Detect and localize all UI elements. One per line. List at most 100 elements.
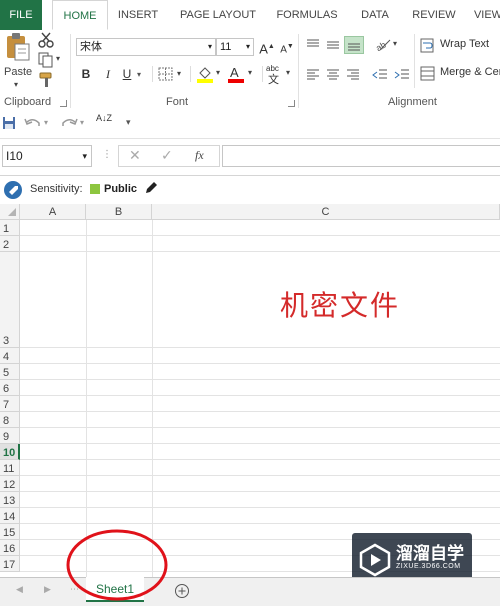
tab-review[interactable]: REVIEW [406, 0, 462, 30]
row-header-11[interactable]: 11 [0, 460, 20, 476]
underline-button[interactable]: U [120, 64, 134, 84]
row-header-15[interactable]: 15 [0, 524, 20, 540]
gridline [20, 475, 500, 476]
chevron-down-icon[interactable]: ▾ [137, 70, 141, 79]
tag-icon [4, 181, 22, 199]
row-header-4[interactable]: 4 [0, 348, 20, 364]
merge-center-button[interactable]: Merge & Cen [420, 64, 500, 84]
row-header-5[interactable]: 5 [0, 364, 20, 380]
quick-access-toolbar: ▾ ▾ A↓Z ▾ [0, 112, 500, 139]
row-header-2[interactable]: 2 [0, 236, 20, 252]
edit-sensitivity-button[interactable] [144, 181, 158, 195]
shrink-font-button[interactable]: A▼ [278, 37, 296, 57]
customize-qat-icon[interactable]: ▾ [126, 117, 131, 128]
italic-button[interactable]: I [100, 64, 116, 84]
borders-button[interactable]: ▾ [158, 67, 184, 83]
row-header-8[interactable]: 8 [0, 412, 20, 428]
gridline [20, 411, 500, 412]
row-header-13[interactable]: 13 [0, 492, 20, 508]
copy-icon [38, 52, 53, 68]
row-header-12[interactable]: 12 [0, 476, 20, 492]
font-name-select[interactable]: 宋体 ▾ [76, 38, 216, 56]
row-header-17[interactable]: 17 [0, 556, 20, 572]
group-divider [298, 34, 299, 108]
tab-insert[interactable]: INSERT [112, 0, 164, 30]
row-header-7[interactable]: 7 [0, 396, 20, 412]
row-header-14[interactable]: 14 [0, 508, 20, 524]
phonetic-button[interactable]: abc 文 ▾ [266, 64, 294, 86]
orientation-button[interactable]: ab ▾ [374, 36, 402, 54]
align-middle-button[interactable] [326, 38, 340, 52]
row-header-16[interactable]: 16 [0, 540, 20, 556]
insert-function-icon[interactable]: fx [195, 148, 204, 163]
watermark-url: ZIXUE.3D66.COM [396, 563, 461, 570]
row-header-10[interactable]: 10 [0, 444, 20, 460]
clipboard-launcher-icon[interactable] [60, 100, 67, 107]
select-all-corner[interactable] [0, 204, 20, 220]
copy-button[interactable]: ▾ [38, 52, 64, 70]
formula-input[interactable] [222, 145, 500, 167]
enter-icon[interactable]: ✓ [161, 147, 173, 164]
new-sheet-button[interactable] [174, 583, 190, 599]
row-header-6[interactable]: 6 [0, 380, 20, 396]
decrease-indent-button[interactable] [372, 68, 388, 82]
sort-button[interactable]: A↓Z [96, 114, 118, 134]
paste-button[interactable]: Paste ▾ [4, 32, 34, 94]
bold-button[interactable]: B [78, 64, 94, 84]
chevron-down-icon: ▾ [44, 118, 49, 127]
align-center-button[interactable] [326, 68, 340, 82]
tab-data[interactable]: DATA [354, 0, 396, 30]
align-left-icon [307, 69, 319, 80]
redo-button[interactable]: ▾ [60, 115, 88, 133]
align-right-button[interactable] [346, 68, 360, 82]
formula-buttons: ✕ ✓ fx [118, 145, 220, 167]
scroll-left-icon[interactable]: ◀ [16, 584, 23, 595]
watermark-logo: 溜溜自学 ZIXUE.3D66.COM [352, 533, 472, 577]
row-header-9[interactable]: 9 [0, 428, 20, 444]
column-header-a[interactable]: A [20, 204, 86, 220]
column-header-b[interactable]: B [86, 204, 152, 220]
text-orientation-icon: ab [374, 40, 391, 53]
plus-circle-icon [175, 584, 189, 598]
format-painter-button[interactable] [38, 72, 56, 90]
cancel-icon[interactable]: ✕ [129, 147, 141, 164]
merge-center-label: Merge & Cen [440, 66, 500, 78]
gridline [20, 459, 500, 460]
align-left-button[interactable] [306, 68, 320, 82]
tab-home[interactable]: HOME [52, 0, 108, 30]
gridline [20, 363, 500, 364]
row-header-3[interactable]: 3 [0, 252, 20, 348]
merge-center-icon [420, 66, 435, 81]
wrap-text-button[interactable]: Wrap Text [420, 36, 500, 56]
font-color-button[interactable]: A ▾ [228, 65, 256, 83]
svg-text:ab: ab [374, 40, 388, 52]
worksheet-grid[interactable]: A B C 1 2 3 4 5 6 7 8 9 10 11 12 13 14 1… [0, 204, 500, 577]
increase-indent-button[interactable] [394, 68, 410, 82]
row-header-1[interactable]: 1 [0, 220, 20, 236]
align-bottom-button[interactable] [344, 36, 364, 54]
redo-icon [62, 118, 78, 126]
gridline [20, 491, 500, 492]
font-size-select[interactable]: 11 ▾ [216, 38, 254, 56]
cut-button[interactable] [38, 32, 56, 50]
gridline [20, 347, 500, 348]
font-launcher-icon[interactable] [288, 100, 295, 107]
column-header-c[interactable]: C [152, 204, 500, 220]
grow-font-button[interactable]: A▲ [258, 37, 276, 57]
scroll-right-icon[interactable]: ▶ [44, 584, 51, 595]
cell-c3-text[interactable]: 机密文件 [280, 284, 400, 324]
save-button[interactable] [2, 116, 18, 132]
tab-view[interactable]: VIEW [470, 0, 500, 30]
paste-icon [7, 33, 30, 61]
fill-color-button[interactable]: ▾ [196, 65, 224, 83]
tab-page-layout[interactable]: PAGE LAYOUT [176, 0, 260, 30]
tab-formulas[interactable]: FORMULAS [270, 0, 344, 30]
gridline [20, 523, 500, 524]
name-box[interactable]: I10 ▾ [2, 145, 92, 167]
align-top-button[interactable] [306, 38, 320, 52]
align-right-icon [347, 69, 359, 80]
undo-button[interactable]: ▾ [24, 115, 52, 133]
sensitivity-value[interactable]: Public [104, 183, 137, 195]
sensitivity-icon[interactable] [3, 180, 23, 200]
tab-file[interactable]: FILE [0, 0, 42, 30]
